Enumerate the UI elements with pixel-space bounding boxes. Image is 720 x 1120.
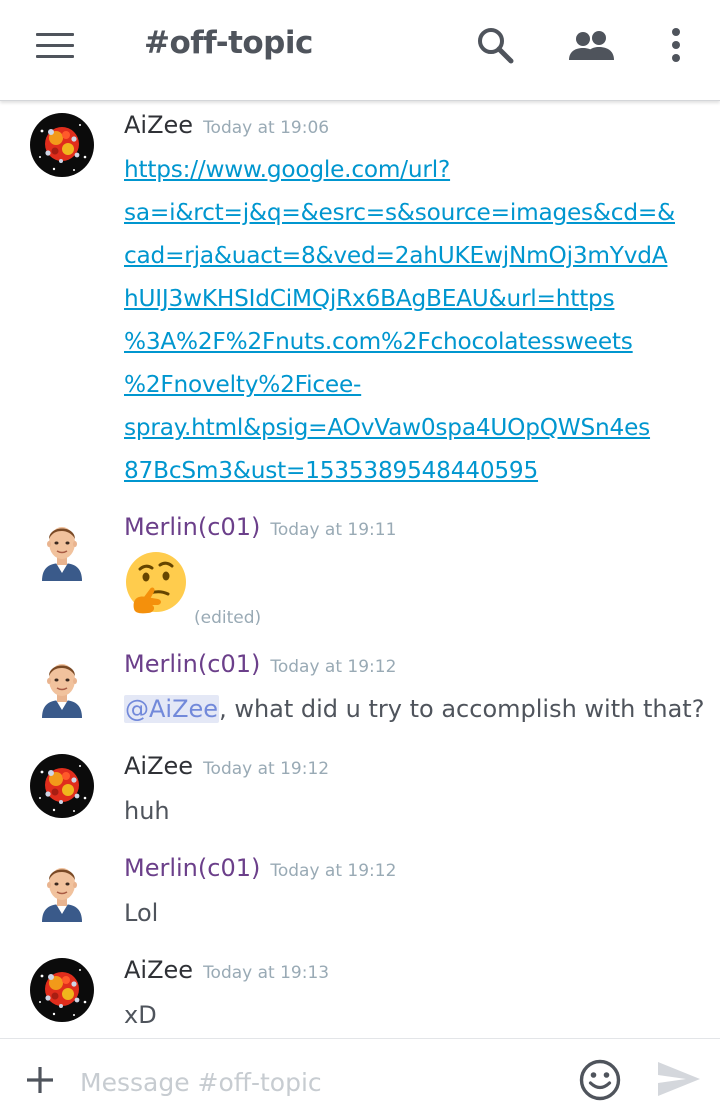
link-line[interactable]: %2Fnovelty%2Ficee-	[124, 363, 694, 406]
message-input[interactable]	[80, 1065, 550, 1099]
author-name[interactable]: AiZee Today at 19:12	[124, 752, 329, 780]
message-list[interactable]: AiZee Today at 19:06 https://www.google.c…	[0, 101, 720, 1038]
link-line[interactable]: hUIJ3wKHSIdCiMQjRx6BAgBEAU&url=https	[124, 277, 694, 320]
more-vertical-icon[interactable]	[670, 27, 682, 67]
message-timestamp: Today at 19:06	[203, 118, 330, 138]
message-text: xD	[124, 1001, 157, 1029]
message-text: , what did u try to accomplish with that…	[219, 695, 705, 723]
message-timestamp: Today at 19:12	[270, 861, 397, 881]
user-mention[interactable]: @AiZee	[124, 695, 220, 723]
message-composer	[0, 1038, 720, 1120]
author-name[interactable]: Merlin(c01) Today at 19:12	[124, 650, 396, 678]
menu-icon[interactable]	[36, 30, 76, 60]
bitmoji-man-avatar-icon	[30, 654, 94, 718]
author-name[interactable]: AiZee Today at 19:06	[124, 111, 329, 139]
bitmoji-man-avatar-icon	[30, 858, 94, 922]
planet-avatar-icon	[30, 754, 94, 818]
link-line[interactable]: spray.html&psig=AOvVaw0spa4UOpQWSn4es	[124, 406, 694, 449]
author-name[interactable]: Merlin(c01) Today at 19:12	[124, 854, 396, 882]
planet-avatar-icon	[30, 113, 94, 177]
message-text: huh	[124, 797, 170, 825]
message-text: Lol	[124, 899, 159, 927]
plus-icon[interactable]	[24, 1064, 56, 1096]
message-content: (edited)	[124, 551, 694, 628]
bitmoji-man-avatar-icon	[30, 517, 94, 581]
emoji-icon[interactable]	[578, 1058, 622, 1106]
message-link[interactable]: https://www.google.com/url? sa=i&rct=j&q…	[124, 148, 694, 492]
edited-label: (edited)	[194, 608, 262, 628]
avatar[interactable]	[30, 958, 94, 1022]
message-content: @AiZee, what did u try to accomplish wit…	[124, 688, 714, 731]
link-line[interactable]: cad=rja&uact=8&ved=2ahUKEwjNmOj3mYvdA	[124, 234, 694, 277]
members-icon[interactable]	[568, 28, 616, 68]
link-line[interactable]: 87BcSm3&ust=1535389548440595	[124, 449, 694, 492]
planet-avatar-icon	[30, 958, 94, 1022]
author-name[interactable]: Merlin(c01) Today at 19:11	[124, 513, 396, 541]
avatar[interactable]	[30, 754, 94, 818]
message-timestamp: Today at 19:11	[270, 520, 397, 540]
message-timestamp: Today at 19:13	[203, 963, 330, 983]
avatar[interactable]	[30, 517, 94, 581]
search-icon[interactable]	[476, 26, 516, 70]
channel-title: #off-topic	[144, 25, 313, 61]
link-line[interactable]: sa=i&rct=j&q=&esrc=s&source=images&cd=&	[124, 191, 694, 234]
thinking-face-emoji-icon	[126, 552, 186, 614]
link-line[interactable]: https://www.google.com/url?	[124, 148, 694, 191]
author-name[interactable]: AiZee Today at 19:13	[124, 956, 329, 984]
message-timestamp: Today at 19:12	[203, 759, 330, 779]
top-app-bar: #off-topic	[0, 0, 720, 101]
message-timestamp: Today at 19:12	[270, 657, 397, 677]
avatar[interactable]	[30, 858, 94, 922]
avatar[interactable]	[30, 113, 94, 177]
send-icon[interactable]	[656, 1059, 702, 1103]
avatar[interactable]	[30, 654, 94, 718]
link-line[interactable]: %3A%2F%2Fnuts.com%2Fchocolatessweets	[124, 320, 694, 363]
